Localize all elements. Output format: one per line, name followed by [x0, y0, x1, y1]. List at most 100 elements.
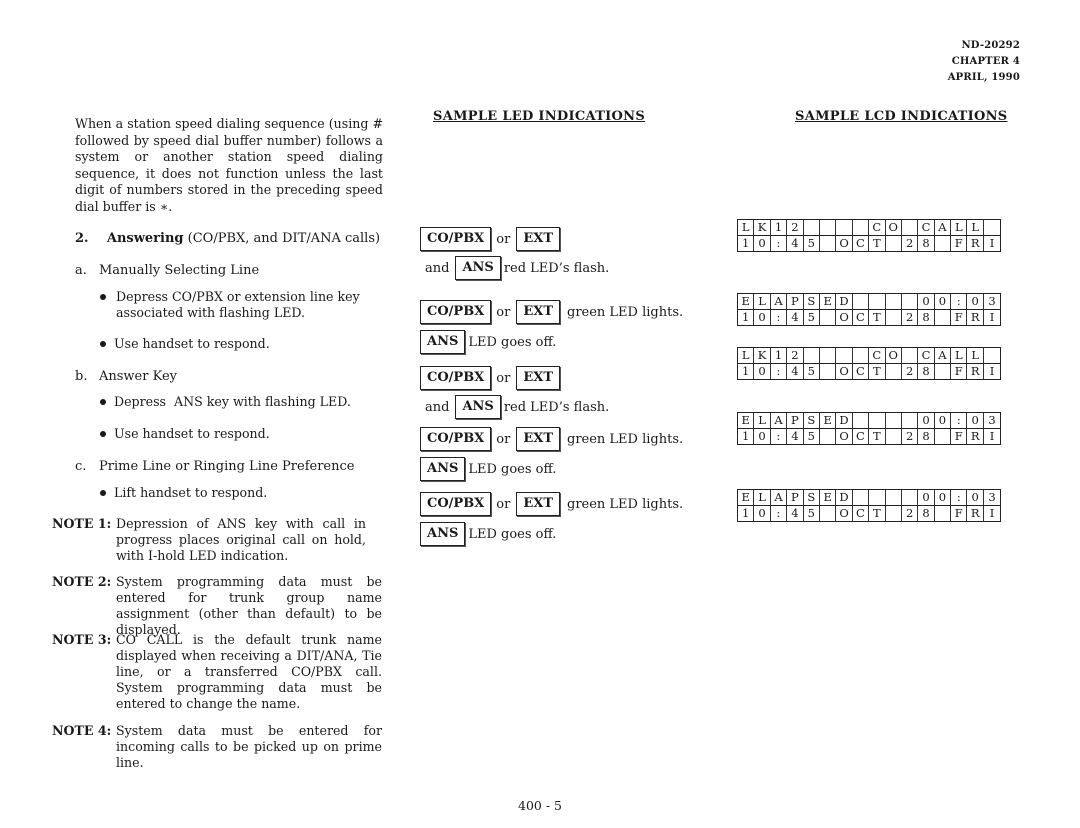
ans-key: ANS — [455, 256, 501, 280]
copbx-key: CO/PBX — [420, 227, 492, 251]
lcd-cell — [935, 364, 952, 379]
lcd-cell — [853, 490, 870, 505]
lcd-cell: I — [989, 506, 995, 520]
led-row: CO/PBX or EXT — [420, 365, 565, 391]
lcd-cell: 0 — [918, 413, 935, 428]
lcd-line1: LK12 CO CALL — [738, 348, 1000, 363]
lcd-cell: 0 — [967, 294, 984, 309]
lcd-cell: E — [738, 490, 755, 505]
lcd-cell: C — [869, 348, 886, 363]
chapter-label: CHAPTER 4 — [951, 56, 1020, 67]
lcd-cell: K — [754, 220, 771, 235]
lcd-cell: E — [820, 490, 837, 505]
lcd-cell: 0 — [918, 294, 935, 309]
bullet-icon — [100, 430, 106, 437]
lcd-cell: 4 — [787, 236, 804, 251]
lcd-cell: O — [886, 348, 902, 363]
lcd-display: LK12 CO CALL 10:45 OCT 28 FRI — [737, 219, 1002, 252]
lcd-cell: K — [754, 348, 771, 363]
note-1: NOTE 1: Depression of ANS key with call … — [52, 516, 392, 564]
lcd-cell: : — [771, 364, 788, 379]
lcd-cell: D — [836, 490, 853, 505]
section-title: Answering — [106, 231, 184, 246]
ext-key: EXT — [516, 300, 560, 324]
bullet-item: Use handset to respond. — [100, 426, 270, 442]
led-row: CO/PBX or EXT green LED lights. — [420, 299, 683, 325]
lcd-cell: E — [738, 413, 755, 428]
lcd-cell: T — [869, 236, 886, 251]
lcd-line1: ELAPSED 00:03 — [738, 490, 1000, 505]
intro-paragraph: When a station speed dialing sequence (u… — [75, 116, 383, 214]
lcd-cell — [935, 236, 952, 251]
lcd-cell — [853, 220, 870, 235]
lcd-cell — [886, 310, 902, 325]
note-label: NOTE 2: — [52, 574, 112, 589]
led-row: and ANS red LED’s flash. — [425, 255, 609, 281]
ext-key: EXT — [516, 492, 560, 516]
lcd-cell — [886, 294, 902, 309]
lcd-cell — [902, 413, 919, 428]
lcd-cell: R — [967, 429, 984, 444]
lcd-cell: 2 — [902, 429, 919, 444]
lcd-line2: 10:45 OCT 28 FRI — [738, 309, 1001, 325]
lcd-cell: 0 — [935, 294, 952, 309]
lcd-cell: 2 — [902, 236, 919, 251]
lcd-cell: E — [738, 294, 755, 309]
lcd-cell: : — [771, 236, 788, 251]
lcd-cell: F — [951, 429, 968, 444]
lcd-cell — [836, 348, 853, 363]
subsection-letter: b. — [75, 369, 88, 384]
lcd-cell: 8 — [918, 236, 935, 251]
lcd-cell: A — [935, 348, 952, 363]
lcd-cell: T — [869, 429, 886, 444]
lcd-cell: 4 — [787, 364, 804, 379]
lcd-cell: C — [853, 506, 870, 521]
lcd-cell: A — [771, 490, 788, 505]
lcd-cell: T — [869, 364, 886, 379]
lcd-cell: 5 — [804, 506, 820, 521]
lcd-cell — [886, 506, 902, 521]
lcd-cell: C — [853, 310, 870, 325]
subsection-title: Answer Key — [99, 369, 177, 384]
lcd-cell: A — [771, 413, 788, 428]
lcd-cell: P — [787, 413, 804, 428]
doc-number: ND-20292 — [961, 40, 1020, 51]
lcd-cell: L — [754, 413, 771, 428]
lcd-line1: ELAPSED 00:03 — [738, 294, 1000, 309]
lcd-cell: A — [771, 294, 788, 309]
lcd-cell: R — [967, 506, 984, 521]
lcd-cell: : — [951, 294, 968, 309]
subsection-a-heading: a. Manually Selecting Line — [75, 263, 259, 279]
bullet-icon — [100, 398, 106, 405]
lcd-cell: 1 — [771, 348, 788, 363]
lcd-cell: F — [951, 364, 968, 379]
lcd-cell: 2 — [902, 506, 919, 521]
lcd-cell: 2 — [902, 364, 919, 379]
subsection-b-heading: b. Answer Key — [75, 369, 177, 385]
lcd-cell: 3 — [988, 294, 996, 308]
note-label: NOTE 1: — [52, 516, 112, 531]
lcd-display: ELAPSED 00:0310:45 OCT 28 FRI — [737, 293, 1002, 326]
lcd-cell — [984, 348, 1000, 363]
lcd-cell: : — [771, 506, 788, 521]
lcd-cell: S — [804, 413, 820, 428]
ext-key: EXT — [516, 366, 560, 390]
lcd-cell: 0 — [967, 413, 984, 428]
lcd-cell: 3 — [988, 413, 996, 427]
lcd-cell: L — [951, 220, 968, 235]
lcd-cell: L — [738, 348, 755, 363]
lcd-cell: E — [820, 294, 837, 309]
lcd-cell: 1 — [738, 236, 755, 251]
lcd-cell: 2 — [787, 220, 804, 235]
lcd-cell: 0 — [754, 364, 771, 379]
led-row: ANS LED goes off. — [420, 521, 556, 547]
lcd-cell: R — [967, 236, 984, 251]
note-3: NOTE 3: CO CALL is the default trunk nam… — [52, 632, 392, 712]
note-label: NOTE 3: — [52, 632, 112, 647]
lcd-cell: L — [738, 220, 755, 235]
lcd-cell — [820, 429, 837, 444]
led-row: ANS LED goes off. — [420, 456, 556, 482]
ans-key: ANS — [455, 395, 501, 419]
lcd-line1: LK12 CO CALL — [738, 220, 1000, 235]
lcd-cell: 5 — [804, 310, 820, 325]
